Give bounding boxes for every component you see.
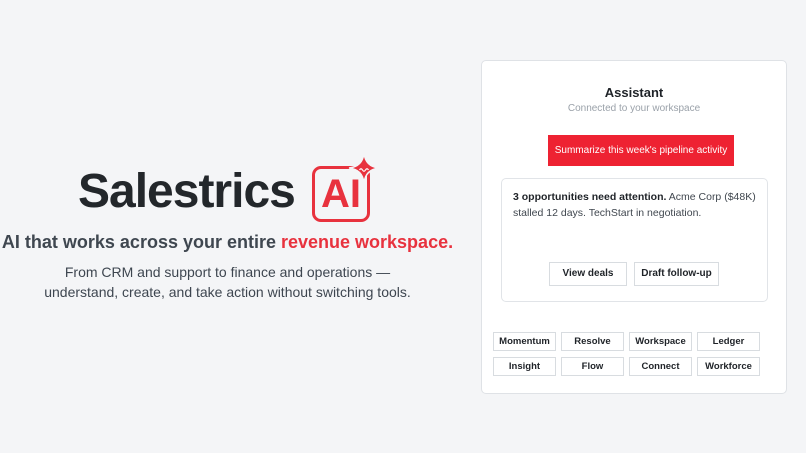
chip-workspace[interactable]: Workspace: [629, 332, 692, 351]
chip-momentum[interactable]: Momentum: [493, 332, 556, 351]
subtext-line-2: understand, create, and take action with…: [44, 284, 411, 300]
draft-follow-up-button[interactable]: Draft follow-up: [634, 262, 719, 286]
tagline-prefix: AI that works across your entire: [1, 232, 281, 252]
chip-insight[interactable]: Insight: [493, 357, 556, 376]
answer-text: 3 opportunities need attention. Acme Cor…: [513, 189, 761, 221]
assistant-title: Assistant: [604, 85, 664, 100]
chip-ledger[interactable]: Ledger: [697, 332, 760, 351]
assistant-panel: Assistant Connected to your workspace Su…: [481, 60, 787, 394]
tagline: AI that works across your entire revenue…: [0, 232, 455, 253]
chip-workforce[interactable]: Workforce: [697, 357, 760, 376]
sparkle-icon: [348, 152, 380, 184]
tagline-accent: revenue workspace.: [281, 232, 454, 252]
chip-flow[interactable]: Flow: [561, 357, 624, 376]
hero-section: Salestrics AI AI that works across your …: [0, 150, 455, 302]
chip-connect[interactable]: Connect: [629, 357, 692, 376]
assistant-subtitle: Connected to your workspace: [567, 103, 701, 114]
summarize-pipeline-button[interactable]: Summarize this week's pipeline activity: [548, 135, 734, 166]
logo-wordmark: Salestrics: [78, 165, 296, 218]
salestrics-logo: Salestrics AI: [0, 150, 455, 226]
assistant-answer-card: 3 opportunities need attention. Acme Cor…: [501, 178, 768, 302]
subtext-line-1: From CRM and support to finance and oper…: [64, 264, 391, 280]
hero-subtext: From CRM and support to finance and oper…: [0, 262, 455, 302]
chip-resolve[interactable]: Resolve: [561, 332, 624, 351]
product-chip-grid: Momentum Resolve Workspace Ledger Insigh…: [493, 332, 761, 376]
answer-headline: 3 opportunities need attention.: [513, 191, 667, 203]
view-deals-button[interactable]: View deals: [549, 262, 627, 286]
